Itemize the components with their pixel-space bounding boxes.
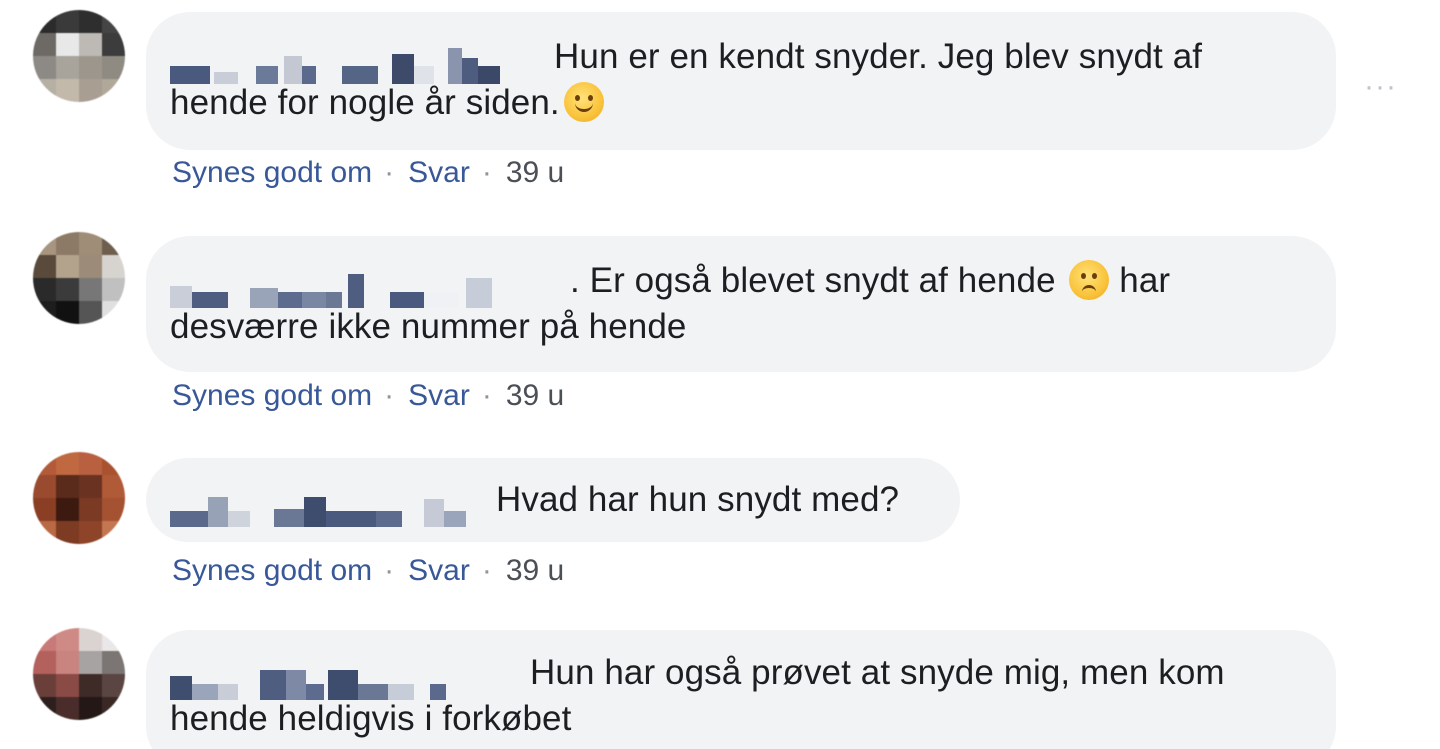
author-name-blurred[interactable]	[170, 481, 490, 527]
separator: ·	[384, 156, 395, 189]
timestamp[interactable]: 39 u	[506, 554, 564, 587]
separator: ·	[384, 379, 395, 412]
avatar[interactable]	[33, 10, 125, 102]
ellipsis-icon[interactable]: ···	[1364, 70, 1397, 104]
separator: ·	[384, 554, 395, 587]
reply-button[interactable]: Svar	[408, 554, 470, 587]
comment-bubble: Hun er en kendt snyder. Jeg blev snydt a…	[146, 12, 1336, 150]
comment-actions: Synes godt om · Svar · 39 u	[172, 379, 564, 413]
comment-text: Hvad har hun snydt med?	[496, 480, 900, 519]
timestamp[interactable]: 39 u	[506, 156, 564, 189]
separator: ·	[481, 554, 492, 587]
avatar[interactable]	[33, 628, 125, 720]
avatar[interactable]	[33, 232, 125, 324]
separator: ·	[481, 379, 492, 412]
comment-actions: Synes godt om · Svar · 39 u	[172, 156, 564, 190]
author-name-blurred[interactable]	[170, 262, 570, 308]
comment-text: . Er også blevet snydt af hende	[570, 261, 1056, 300]
author-name-blurred[interactable]	[170, 654, 524, 700]
frowning-face-emoji	[1069, 259, 1110, 300]
comment-bubble: Hun har også prøvet at snyde mig, men ko…	[146, 630, 1336, 749]
separator: ·	[481, 156, 492, 189]
timestamp[interactable]: 39 u	[506, 379, 564, 412]
comment-actions: Synes godt om · Svar · 39 u	[172, 554, 564, 588]
reply-button[interactable]: Svar	[408, 156, 470, 189]
comment-bubble: . Er også blevet snydt af hende har desv…	[146, 236, 1336, 372]
like-button[interactable]: Synes godt om	[172, 156, 372, 189]
like-button[interactable]: Synes godt om	[172, 379, 372, 412]
reply-button[interactable]: Svar	[408, 379, 470, 412]
avatar[interactable]	[33, 452, 125, 544]
comment-bubble: Hvad har hun snydt med?	[146, 458, 960, 542]
author-name-blurred[interactable]	[170, 38, 548, 84]
like-button[interactable]: Synes godt om	[172, 554, 372, 587]
smiling-face-emoji	[563, 81, 604, 122]
